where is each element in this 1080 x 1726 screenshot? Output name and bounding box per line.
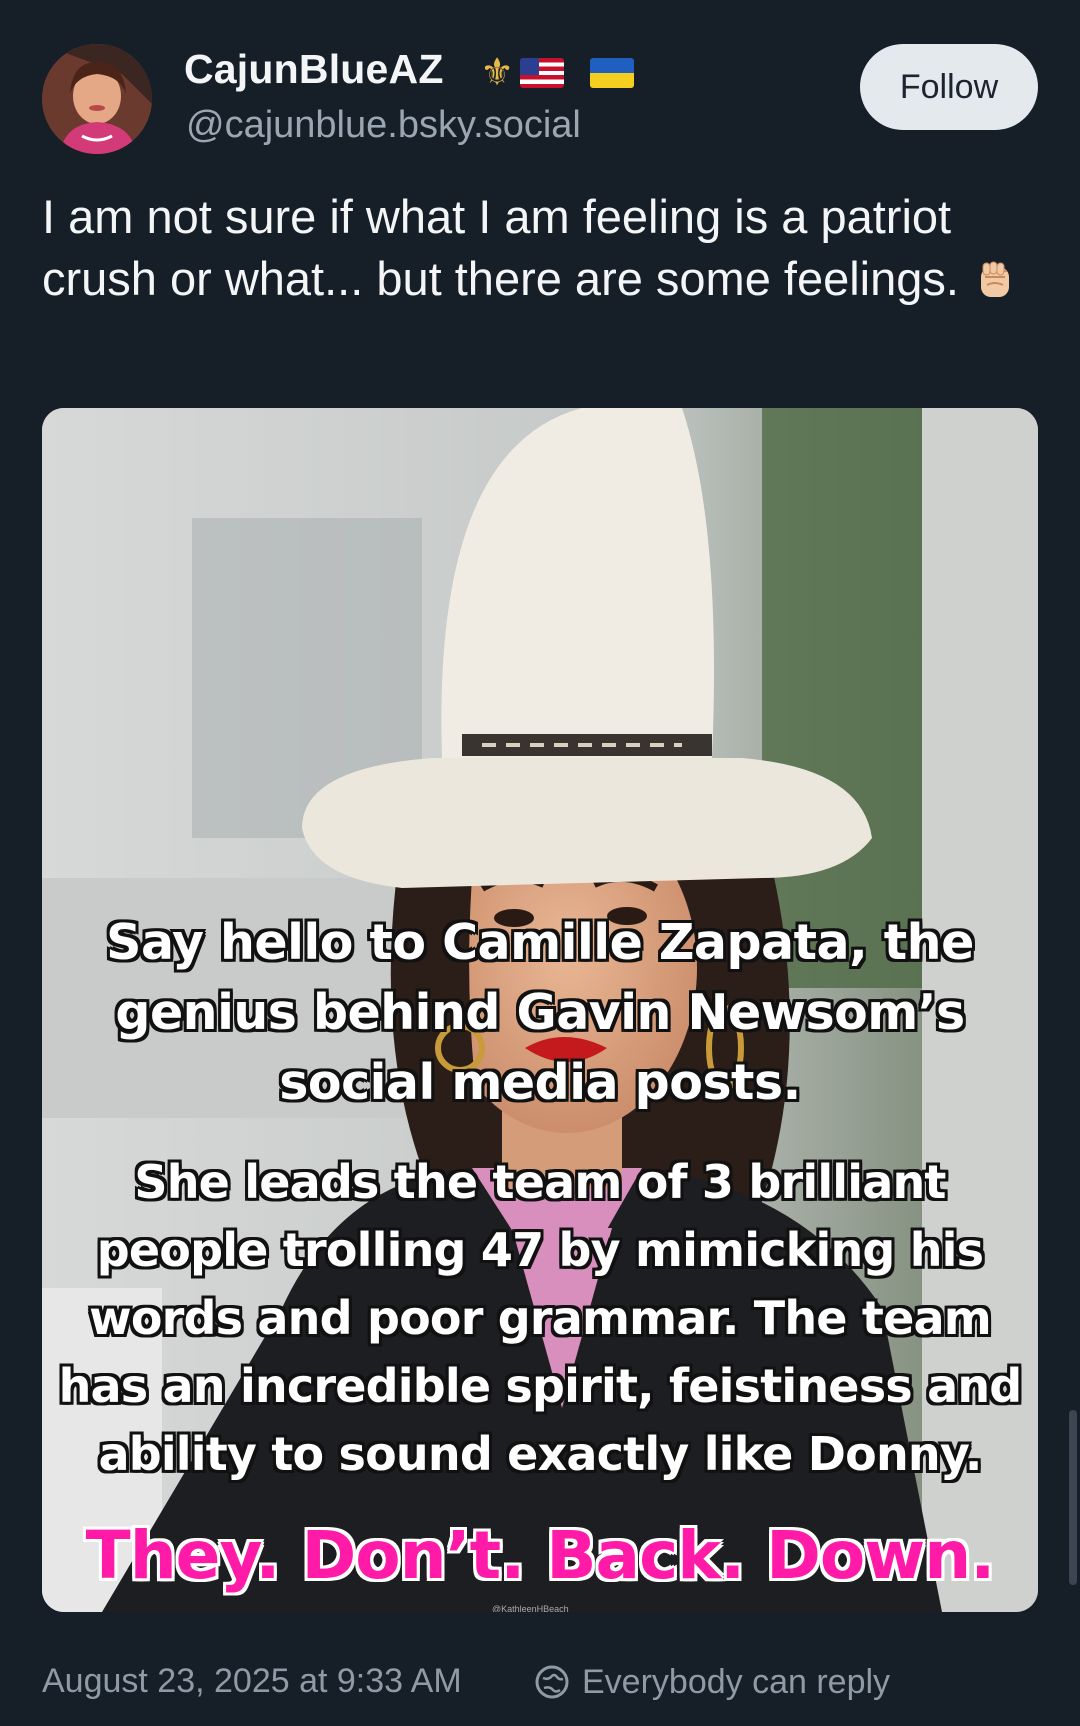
- post-text: I am not sure if what I am feeling is a …: [42, 186, 1042, 310]
- image-watermark: @KathleenHBeach: [492, 1604, 569, 1612]
- image-caption-intro: Say hello to Camille Zapata, the genius …: [106, 914, 974, 1111]
- globe-reply-icon: [535, 1665, 569, 1699]
- author-handle[interactable]: @cajunblue.bsky.social: [186, 104, 581, 147]
- post-text-content: I am not sure if what I am feeling is a …: [42, 190, 959, 305]
- us-flag-icon: [520, 58, 565, 88]
- author-badges: ⚜: [480, 50, 635, 96]
- author-display-name[interactable]: CajunBlueAZ: [184, 46, 444, 93]
- fleur-de-lis-icon: ⚜: [480, 52, 515, 94]
- post-image[interactable]: Say hello to Camille Zapata, the genius …: [42, 408, 1038, 1612]
- follow-button[interactable]: Follow: [860, 44, 1038, 130]
- raised-fist-icon: [980, 261, 1009, 297]
- post: CajunBlueAZ ⚜ @cajunblue.bsky.social Fol…: [0, 0, 1080, 1726]
- avatar-photo: [42, 44, 152, 154]
- post-timestamp[interactable]: August 23, 2025 at 9:33 AM: [42, 1662, 462, 1701]
- reply-setting[interactable]: Everybody can reply: [534, 1660, 890, 1704]
- reply-setting-label: Everybody can reply: [582, 1662, 891, 1701]
- ukraine-flag-icon: [590, 58, 635, 88]
- image-caption-slogan: They. Don’t. Back. Down.: [85, 1517, 996, 1594]
- scrollbar[interactable]: [1069, 1410, 1077, 1585]
- avatar[interactable]: [42, 44, 152, 154]
- image-caption-body: She leads the team of 3 brilliant people…: [58, 1155, 1023, 1481]
